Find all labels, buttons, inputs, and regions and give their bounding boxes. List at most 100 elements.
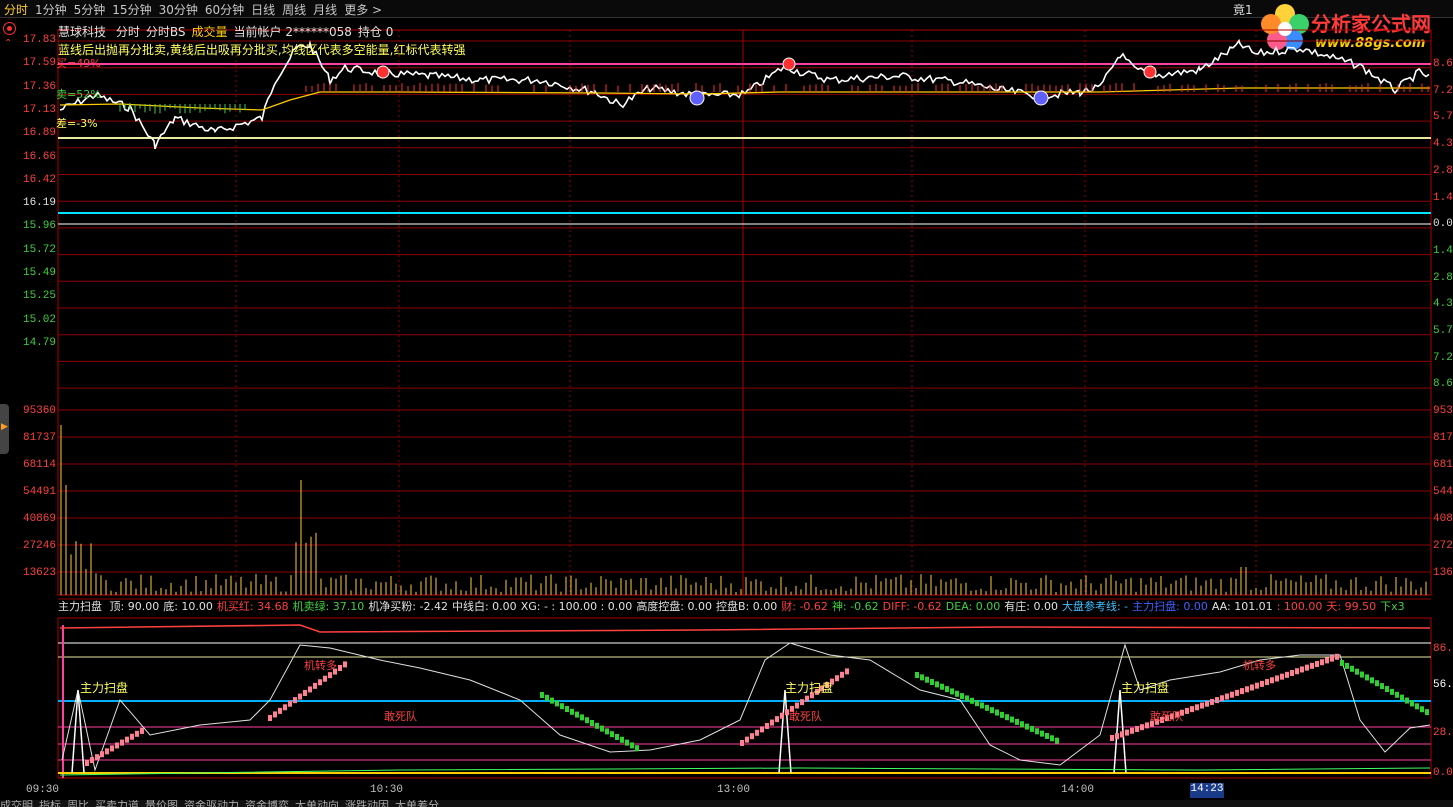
bottom-tab[interactable]: 周比 (67, 800, 89, 807)
volume-tick-right: 2724 (1433, 540, 1453, 552)
indicator-bar (1300, 666, 1304, 673)
indicator-bar (1230, 691, 1234, 698)
indicator-bar (1185, 707, 1189, 714)
indicator-bar (1010, 716, 1014, 723)
indicator-bar (990, 707, 994, 714)
indicator-field: 大盘参考线: - (1061, 600, 1129, 613)
price-tick: 15.49 (22, 267, 56, 279)
indicator-field: 财: -0.62 (781, 600, 828, 613)
stock-name: 慧球科技 (58, 25, 107, 39)
indicator-bar (960, 693, 964, 700)
indicator-bar (135, 730, 139, 737)
indicator-bar (1255, 682, 1259, 689)
indicator-bar (1195, 704, 1199, 711)
price-tick: 16.66 (22, 150, 56, 163)
price-tick: 17.59 (22, 57, 56, 70)
header-item[interactable]: 分时BS (146, 25, 186, 39)
indicator-bar (120, 739, 124, 746)
bottom-tab[interactable]: 指标 (39, 800, 61, 807)
price-tick: 14.79 (22, 336, 56, 349)
indicator-tick: 56.4 (1433, 679, 1453, 691)
indicator-bar (283, 704, 287, 711)
indicator-bar (1270, 677, 1274, 684)
bottom-tab[interactable]: 资金博弈 (245, 800, 289, 807)
sweep-label-2: 主力扫盘 (785, 681, 834, 695)
bottom-tab[interactable]: 大单动向 (295, 800, 339, 807)
indicator-bar (940, 683, 944, 690)
indicator-bar (605, 728, 609, 735)
bottom-tab[interactable]: 量价图 (145, 800, 178, 807)
indicator-field: 机卖绿: 37.10 (292, 600, 365, 613)
indicator-bar (1005, 714, 1009, 721)
indicator-bar (595, 722, 599, 729)
pct-tick: 5.79 (1433, 325, 1453, 337)
indicator-field: DEA: 0.00 (945, 600, 1001, 613)
indicator-bar (273, 711, 277, 718)
sweep-label-3: 主力扫盘 (1121, 681, 1170, 695)
price-tick: 17.83 (22, 34, 56, 46)
header-item[interactable]: 分时 (116, 25, 140, 39)
indicator-field: 控盘B: 0.00 (716, 600, 778, 613)
indicator-bar (1130, 727, 1134, 734)
indicator-bar (1385, 686, 1389, 692)
header-items: 分时 分时BS 成交量 当前帐户 2******058 持仓 0 (116, 25, 399, 39)
indicator-field: AA: 101.01 (1211, 600, 1273, 613)
indicator-bar (920, 674, 924, 681)
indicator-bar (750, 733, 754, 740)
indicator-bar (1050, 735, 1054, 742)
sell-ratio: 卖=52% (56, 88, 101, 101)
volume-tick: 27246 (22, 540, 56, 552)
indicator-bar (100, 751, 104, 758)
volume-tick-right: 8173 (1433, 432, 1453, 444)
indicator-bar (560, 703, 564, 710)
indicator-bar (740, 740, 744, 746)
indicator-bar (1240, 688, 1244, 695)
indicator-bar (323, 675, 327, 682)
indicator-bar (1365, 674, 1369, 681)
cursor-time-badge: 14:23 (1190, 783, 1224, 798)
indicator-bar (1125, 729, 1129, 736)
time-tick: 14:00 (1061, 784, 1095, 796)
indicator-bar (1360, 671, 1364, 678)
volume-tick-right: 9536 (1433, 405, 1453, 417)
indicator-bar (1325, 657, 1329, 664)
indicator-bar (545, 694, 549, 701)
bottom-tab[interactable]: 资金驱动力 (184, 800, 239, 807)
indicator-bar (130, 733, 134, 740)
indicator-bar (555, 700, 559, 707)
bottom-tab[interactable]: 涨跌动因 (345, 800, 389, 807)
sweep-label-1: 主力扫盘 (80, 681, 129, 695)
indicator-bar (1355, 668, 1359, 675)
indicator-bar (635, 745, 639, 752)
dead-label-3: 敢死队 (1150, 710, 1183, 723)
bottom-tabs: 成交明 指标 周比 买卖力道 量价图 资金驱动力 资金博弈 大单动向 涨跌动因 大单差分 (0, 800, 1453, 807)
indicator-bar (945, 686, 949, 693)
indicator-bar (1190, 706, 1194, 713)
indicator-bar (1425, 709, 1429, 716)
indicator-bar (1225, 693, 1229, 700)
bottom-tab[interactable]: 大单差分 (395, 800, 439, 807)
indicator-field: 底: 10.00 (163, 600, 213, 613)
price-tick: 17.13 (22, 103, 56, 116)
indicator-bar (1030, 725, 1034, 732)
price-tick: 15.02 (22, 313, 56, 326)
indicator-bar (955, 690, 959, 697)
indicator-field: 下x3 (1380, 600, 1405, 613)
indicator-bar (140, 727, 144, 734)
indicator-bar (1400, 694, 1404, 701)
indicator-bar (1395, 691, 1399, 698)
indicator-bar (1405, 697, 1409, 704)
pct-tick: 4.34 (1433, 138, 1453, 151)
time-tick: 10:30 (370, 784, 404, 796)
indicator-bar (1370, 677, 1374, 684)
sweep-spike (71, 689, 85, 774)
bottom-tab[interactable]: 买卖力道 (95, 800, 139, 807)
indicator-field: : 100.00 (1276, 600, 1323, 613)
indicator-bar (970, 697, 974, 704)
pct-tick: 8.67 (1433, 58, 1453, 70)
indicator-bar (1025, 723, 1029, 730)
indicator-tick: 0.00 (1433, 767, 1453, 779)
indicator-bar (1410, 700, 1414, 707)
indicator-bar (925, 676, 929, 683)
bottom-tab[interactable]: 成交明 (0, 800, 33, 807)
